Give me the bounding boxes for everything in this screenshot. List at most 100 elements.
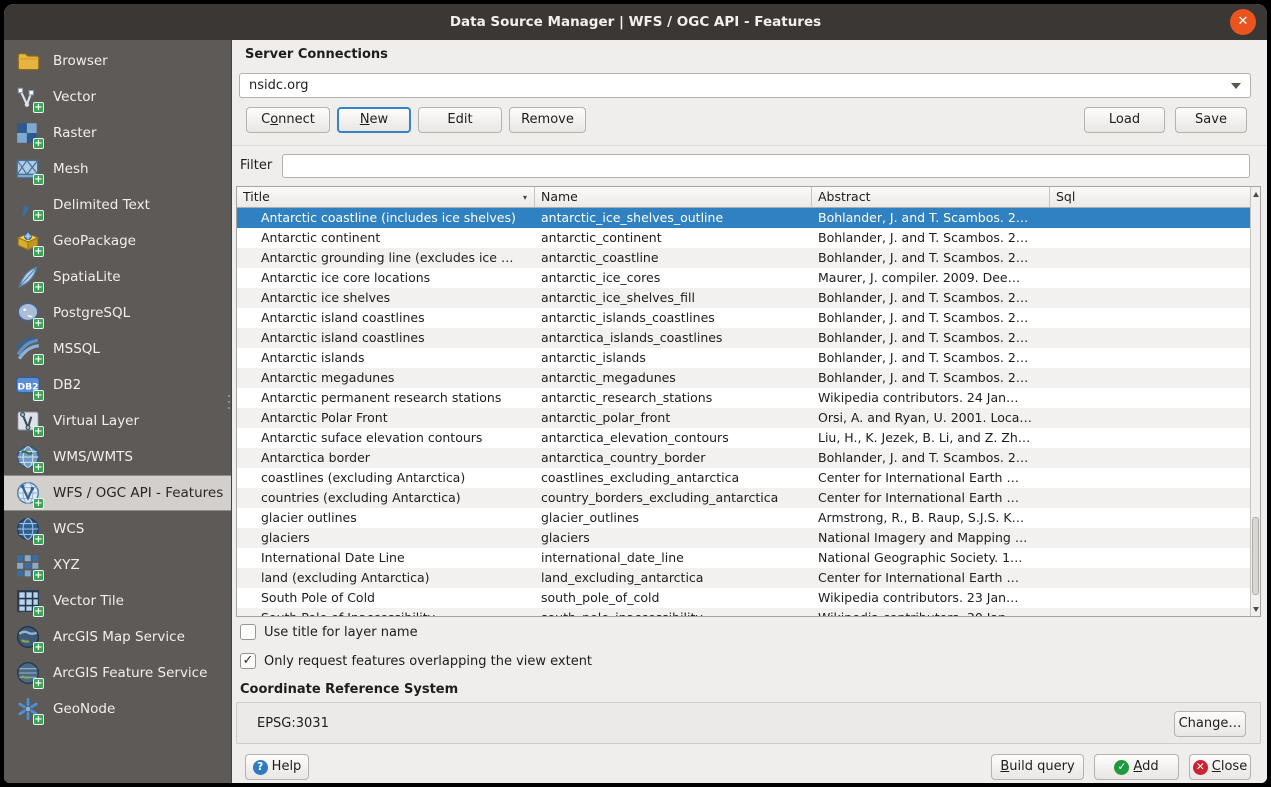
sidebar-item-label: Delimited Text bbox=[53, 197, 150, 213]
cell-abstract: Bohlander, J. and T. Scambos. 2… bbox=[812, 448, 1050, 468]
mssql-icon: + bbox=[15, 336, 41, 362]
cell-sql bbox=[1050, 348, 1250, 368]
column-header-sql[interactable]: Sql bbox=[1050, 187, 1260, 208]
scroll-down-icon[interactable] bbox=[1251, 602, 1260, 616]
cell-name: international_date_line bbox=[535, 548, 812, 568]
sidebar-item-label: WCS bbox=[53, 521, 84, 537]
wfs-globe-icon: + bbox=[15, 480, 41, 506]
sidebar-item-xyz[interactable]: +XYZ bbox=[4, 547, 231, 583]
sidebar-item-wfs-ogc-api-features[interactable]: +WFS / OGC API - Features bbox=[4, 475, 231, 511]
cell-title: Antarctic island coastlines bbox=[237, 308, 535, 328]
table-row[interactable]: glacier outlinesglacier_outlinesArmstron… bbox=[237, 508, 1250, 528]
table-row[interactable]: Antarctic islandsantarctic_islandsBohlan… bbox=[237, 348, 1250, 368]
sidebar-item-raster[interactable]: +Raster bbox=[4, 115, 231, 151]
close-button[interactable]: ✕ Close bbox=[1189, 754, 1251, 780]
cell-title: Antarctic megadunes bbox=[237, 368, 535, 388]
add-plus-badge-icon: + bbox=[33, 354, 44, 365]
sidebar-item-browser[interactable]: Browser bbox=[4, 43, 231, 79]
data-source-manager-dialog: Data Source Manager | WFS / OGC API - Fe… bbox=[4, 4, 1267, 783]
cell-name: antarctica_elevation_contours bbox=[535, 428, 812, 448]
cell-sql bbox=[1050, 508, 1250, 528]
sidebar-item-mssql[interactable]: +MSSQL bbox=[4, 331, 231, 367]
add-plus-badge-icon: + bbox=[33, 570, 44, 581]
cell-abstract: Bohlander, J. and T. Scambos. 2… bbox=[812, 228, 1050, 248]
table-row[interactable]: South Pole of Inaccessibilitysouth_pole_… bbox=[237, 608, 1250, 616]
table-row[interactable]: South Pole of Coldsouth_pole_of_coldWiki… bbox=[237, 588, 1250, 608]
table-row[interactable]: coastlines (excluding Antarctica)coastli… bbox=[237, 468, 1250, 488]
column-header-abstract[interactable]: Abstract bbox=[812, 187, 1050, 208]
new-button[interactable]: New bbox=[337, 107, 411, 133]
table-row[interactable]: Antarctic continentantarctic_continentBo… bbox=[237, 228, 1250, 248]
sidebar-item-wms-wmts[interactable]: +WMS/WMTS bbox=[4, 439, 231, 475]
build-query-button[interactable]: Build query bbox=[991, 754, 1084, 780]
db2-icon: DB2+ bbox=[15, 372, 41, 398]
cell-name: antarctic_polar_front bbox=[535, 408, 812, 428]
sidebar-item-geopackage[interactable]: +GeoPackage bbox=[4, 223, 231, 259]
sidebar-item-arcgis-feature-service[interactable]: +ArcGIS Feature Service bbox=[4, 655, 231, 691]
cell-title: South Pole of Inaccessibility bbox=[237, 608, 535, 616]
edit-button[interactable]: Edit bbox=[418, 107, 502, 133]
vertical-scrollbar[interactable] bbox=[1250, 187, 1260, 616]
scrollbar-thumb[interactable] bbox=[1252, 517, 1259, 595]
titlebar[interactable]: Data Source Manager | WFS / OGC API - Fe… bbox=[4, 4, 1267, 40]
sidebar-item-db2[interactable]: DB2+DB2 bbox=[4, 367, 231, 403]
only-overlapping-checkbox[interactable]: ✓ bbox=[240, 653, 256, 669]
table-row[interactable]: Antarctic suface elevation contoursantar… bbox=[237, 428, 1250, 448]
cell-title: Antarctic coastline (includes ice shelve… bbox=[237, 208, 535, 228]
cell-name: coastlines_excluding_antarctica bbox=[535, 468, 812, 488]
table-row[interactable]: Antarctic permanent research stationsant… bbox=[237, 388, 1250, 408]
column-header-title[interactable]: Title▾ bbox=[237, 187, 535, 208]
cell-sql bbox=[1050, 388, 1250, 408]
cell-name: antarctic_megadunes bbox=[535, 368, 812, 388]
table-row[interactable]: Antarctic grounding line (excludes ice …… bbox=[237, 248, 1250, 268]
sidebar-item-delimited-text[interactable]: ,+Delimited Text bbox=[4, 187, 231, 223]
sidebar-item-virtual-layer[interactable]: +Virtual Layer bbox=[4, 403, 231, 439]
sidebar-item-arcgis-map-service[interactable]: +ArcGIS Map Service bbox=[4, 619, 231, 655]
svg-text:,: , bbox=[20, 192, 31, 218]
use-title-checkbox[interactable] bbox=[240, 624, 256, 640]
table-row[interactable]: Antarctic megadunesantarctic_megadunesBo… bbox=[237, 368, 1250, 388]
table-row[interactable]: Antarctic coastline (includes ice shelve… bbox=[237, 208, 1250, 228]
wfs-panel: Server Connections nsidc.org Connect New… bbox=[232, 40, 1267, 783]
sidebar-item-geonode[interactable]: +GeoNode bbox=[4, 691, 231, 727]
cell-abstract: Bohlander, J. and T. Scambos. 2… bbox=[812, 328, 1050, 348]
sidebar-splitter-handle[interactable] bbox=[226, 385, 231, 419]
load-button[interactable]: Load bbox=[1084, 107, 1165, 133]
add-plus-badge-icon: + bbox=[33, 318, 44, 329]
sidebar-item-vector-tile[interactable]: +Vector Tile bbox=[4, 583, 231, 619]
sidebar-item-spatialite[interactable]: +SpatiaLite bbox=[4, 259, 231, 295]
save-button[interactable]: Save bbox=[1175, 107, 1247, 133]
sidebar-item-mesh[interactable]: +Mesh bbox=[4, 151, 231, 187]
cell-sql bbox=[1050, 208, 1250, 228]
scroll-up-icon[interactable] bbox=[1251, 187, 1260, 201]
source-type-sidebar: Browser+Vector+Raster+Mesh,+Delimited Te… bbox=[4, 40, 232, 783]
connect-button[interactable]: Connect bbox=[246, 107, 330, 133]
table-row[interactable]: Antarctic ice core locationsantarctic_ic… bbox=[237, 268, 1250, 288]
table-row[interactable]: Antarctic Polar Frontantarctic_polar_fro… bbox=[237, 408, 1250, 428]
window-close-icon[interactable]: ✕ bbox=[1230, 9, 1256, 35]
table-row[interactable]: glaciersglaciersNational Imagery and Map… bbox=[237, 528, 1250, 548]
table-row[interactable]: Antarctic island coastlinesantarctica_is… bbox=[237, 328, 1250, 348]
table-row[interactable]: land (excluding Antarctica)land_excludin… bbox=[237, 568, 1250, 588]
column-header-name[interactable]: Name bbox=[535, 187, 812, 208]
remove-button[interactable]: Remove bbox=[509, 107, 586, 133]
add-button[interactable]: ✓ Add bbox=[1094, 754, 1179, 780]
table-row[interactable]: Antarctic ice shelvesantarctic_ice_shelv… bbox=[237, 288, 1250, 308]
cell-abstract: National Imagery and Mapping … bbox=[812, 528, 1050, 548]
table-row[interactable]: Antarctic island coastlinesantarctic_isl… bbox=[237, 308, 1250, 328]
sidebar-item-wcs[interactable]: +WCS bbox=[4, 511, 231, 547]
close-button-label: Close bbox=[1212, 755, 1247, 779]
filter-input[interactable] bbox=[282, 154, 1250, 178]
help-button[interactable]: ? Help bbox=[245, 754, 309, 780]
connection-select[interactable]: nsidc.org bbox=[239, 73, 1251, 98]
sidebar-item-vector[interactable]: +Vector bbox=[4, 79, 231, 115]
crs-change-button[interactable]: Change… bbox=[1174, 711, 1246, 737]
table-row[interactable]: Antarctica borderantarctica_country_bord… bbox=[237, 448, 1250, 468]
cell-sql bbox=[1050, 428, 1250, 448]
sidebar-item-postgresql[interactable]: +PostgreSQL bbox=[4, 295, 231, 331]
close-x-icon: ✕ bbox=[1193, 760, 1208, 775]
sidebar-item-label: Mesh bbox=[53, 161, 89, 177]
table-row[interactable]: countries (excluding Antarctica)country_… bbox=[237, 488, 1250, 508]
table-row[interactable]: International Date Lineinternational_dat… bbox=[237, 548, 1250, 568]
cell-abstract: Wikipedia contributors. 30 Jan… bbox=[812, 608, 1050, 616]
